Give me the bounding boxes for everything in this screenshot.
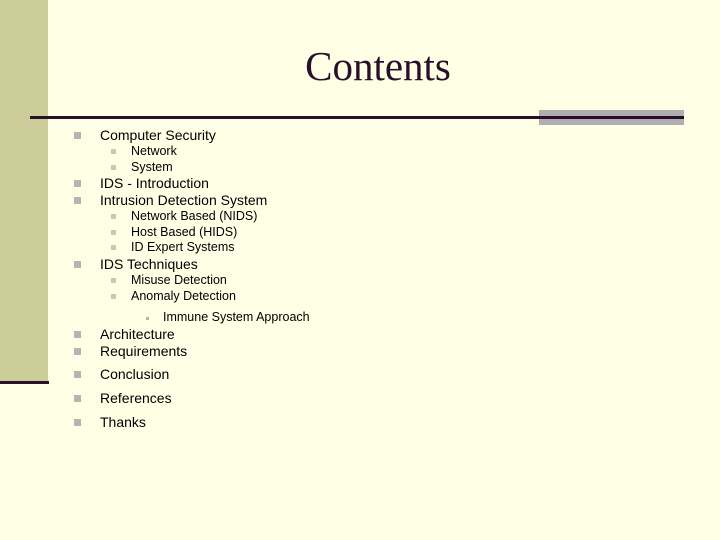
bullet-icon [111,165,116,170]
bullet-icon [74,348,81,355]
list-item: Computer Security [100,127,216,143]
bullet-icon [74,395,81,402]
list-item: System [131,160,173,174]
bullet-icon [111,245,116,250]
list-item: IDS Techniques [100,256,198,272]
list-item: Conclusion [100,366,170,382]
slide-title: Contents [305,43,451,89]
list-item: Network Based (NIDS) [131,209,258,223]
bullet-icon [74,180,81,187]
sidebar-rule [0,381,49,384]
bullet-icon [146,317,149,320]
bullet-icon [74,331,81,338]
list-item: ID Expert Systems [131,240,235,254]
list-item: References [100,390,172,406]
bullet-icon [111,214,116,219]
list-item: Immune System Approach [163,310,310,324]
bullet-icon [111,149,116,154]
list-item: Intrusion Detection System [100,192,268,208]
bullet-icon [111,278,116,283]
bullet-icon [111,230,116,235]
bullet-icon [111,294,116,299]
list-item: Network [131,144,177,158]
bullet-icon [74,371,81,378]
list-item: IDS - Introduction [100,175,209,191]
bullet-icon [74,197,81,204]
title-rule [30,116,684,119]
list-item: Host Based (HIDS) [131,225,238,239]
bullet-icon [74,261,81,268]
list-item: Architecture [100,326,175,342]
list-item: Anomaly Detection [131,289,236,303]
list-item: Thanks [100,414,146,430]
bullet-icon [74,132,81,139]
list-item: Misuse Detection [131,273,227,287]
bullet-icon [74,419,81,426]
list-item: Requirements [100,343,188,359]
